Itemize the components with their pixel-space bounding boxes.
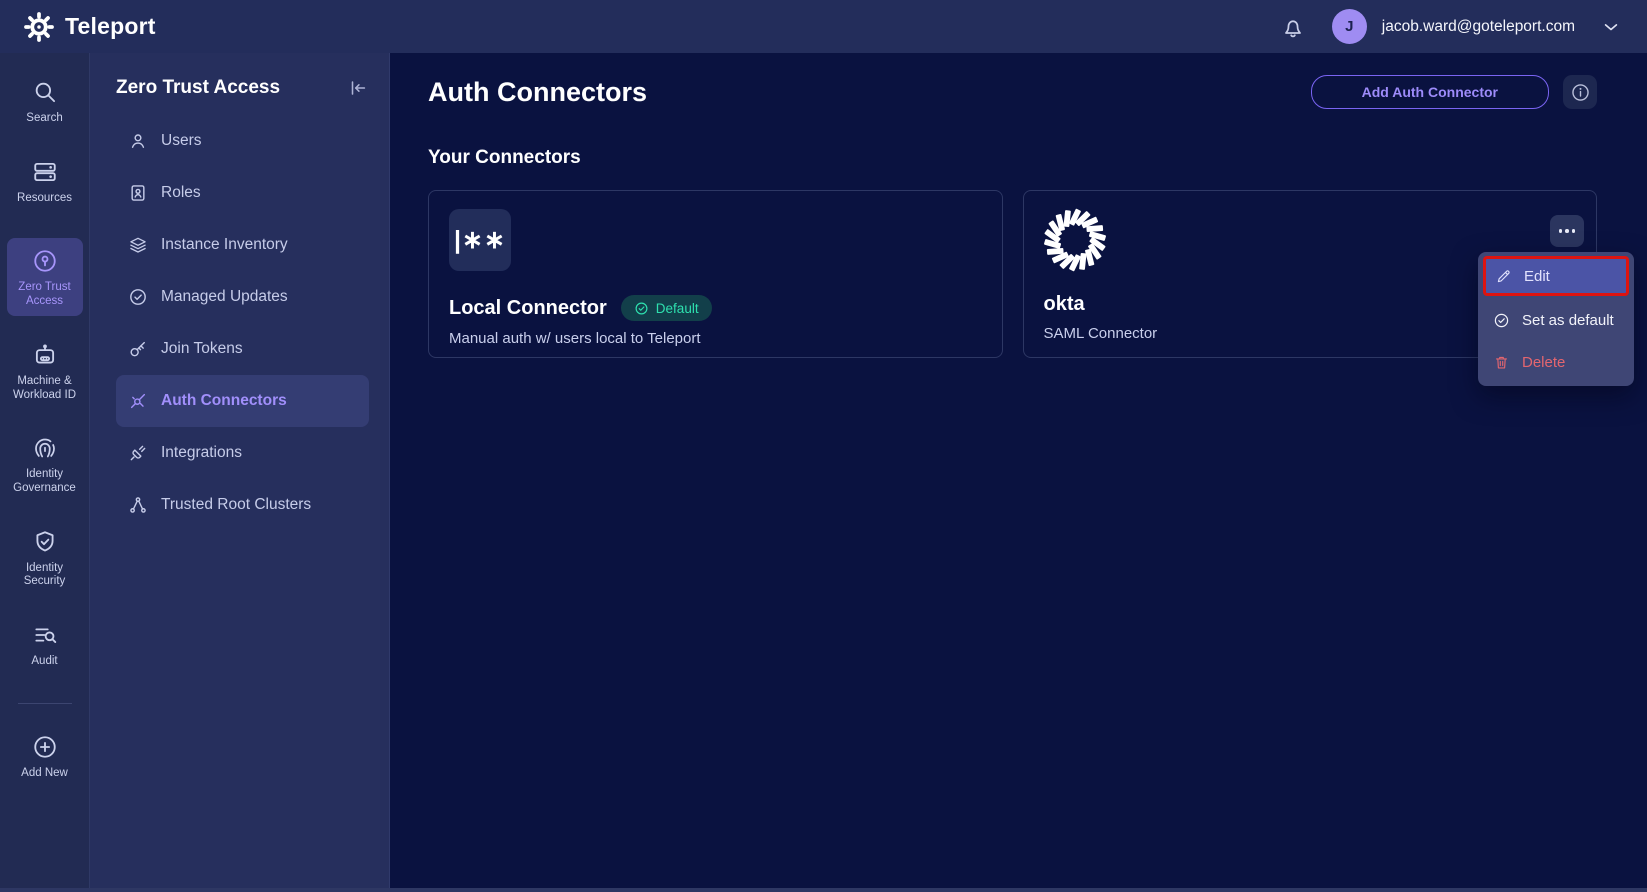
sidenav-item-integrations[interactable]: Integrations: [116, 427, 369, 479]
sidenav-item-roles[interactable]: Roles: [116, 167, 369, 219]
audit-icon: [34, 628, 56, 643]
menu-item-edit[interactable]: Edit: [1483, 256, 1629, 296]
pencil-icon: [1497, 269, 1510, 282]
rail-item-zero-trust-access[interactable]: Zero Trust Access: [6, 238, 83, 317]
teleport-logo: Teleport: [24, 11, 156, 42]
brand-name: Teleport: [65, 13, 156, 39]
rail-item-identity-security[interactable]: Identity Security: [5, 529, 85, 589]
sidenav-title: Zero Trust Access: [116, 77, 281, 98]
connector-cards: |∗∗ Local Connector Default Manual auth …: [428, 190, 1597, 358]
layers-icon: [130, 237, 146, 253]
passkey-icon: |∗∗: [449, 209, 511, 271]
sidenav-item-users[interactable]: Users: [116, 115, 369, 167]
rail-item-audit[interactable]: Audit: [5, 622, 85, 669]
menu-item-set-as-default[interactable]: Set as default: [1482, 302, 1630, 338]
connector-name: Local Connector: [449, 296, 607, 319]
connector-burst-icon: [130, 393, 146, 409]
user-email: jacob.ward@goteleport.com: [1381, 17, 1575, 35]
sidenav-item-instance-inventory[interactable]: Instance Inventory: [116, 219, 369, 271]
collapse-sidenav-icon[interactable]: [347, 77, 369, 99]
page-title: Auth Connectors: [428, 76, 647, 107]
fingerprint-icon: [34, 439, 55, 458]
shield-check-icon: [35, 530, 54, 551]
rail-item-add-new[interactable]: Add New: [5, 734, 85, 781]
topbar: Teleport J jacob.ward@goteleport.com: [0, 0, 1647, 53]
connector-context-menu: Edit Set as default Delete: [1478, 252, 1634, 386]
sidenav-item-trusted-root-clusters[interactable]: Trusted Root Clusters: [116, 479, 369, 531]
trash-icon: [1495, 356, 1508, 368]
connector-name: okta: [1043, 293, 1085, 315]
account-menu[interactable]: J jacob.ward@goteleport.com: [1331, 9, 1575, 44]
clock-check-icon: [130, 289, 146, 305]
connector-description: Manual auth w/ users local to Teleport: [449, 330, 701, 347]
machine-id-icon: [35, 344, 54, 364]
okta-icon: [1043, 208, 1106, 272]
rail-item-search[interactable]: Search: [5, 79, 85, 126]
rail-item-identity-governance[interactable]: Identity Governance: [5, 435, 85, 495]
section-title: Your Connectors: [428, 147, 581, 168]
user-icon: [131, 134, 145, 148]
primary-nav-rail: Search Resources Zero Trust Access Machi…: [0, 53, 90, 892]
rail-item-resources[interactable]: Resources: [5, 159, 85, 206]
resources-icon: [33, 162, 56, 181]
dots-icon: [1558, 229, 1563, 233]
bottom-edge-strip: [0, 888, 1647, 892]
key-icon: [130, 341, 145, 357]
rail-item-machine-workload-id[interactable]: Machine & Workload ID: [5, 342, 85, 402]
cluster-icon: [130, 497, 146, 513]
main-content: Auth Connectors Add Auth Connector Your …: [390, 53, 1647, 892]
connector-card-local[interactable]: |∗∗ Local Connector Default Manual auth …: [428, 190, 1003, 358]
avatar[interactable]: J: [1331, 9, 1367, 44]
default-badge: Default: [620, 295, 712, 321]
check-circle-icon: [635, 302, 648, 314]
rail-divider: [17, 703, 72, 705]
gear-logo-icon: [24, 11, 54, 42]
sidenav-item-join-tokens[interactable]: Join Tokens: [116, 323, 369, 375]
card-options-button[interactable]: [1550, 215, 1584, 247]
chevron-down-icon[interactable]: [1601, 17, 1621, 37]
menu-item-delete[interactable]: Delete: [1482, 344, 1630, 380]
zero-trust-sidenav: Zero Trust Access Users Roles Instance I…: [90, 53, 390, 892]
id-card-icon: [131, 185, 145, 201]
add-auth-connector-button[interactable]: Add Auth Connector: [1310, 75, 1549, 109]
check-circle-icon: [1494, 313, 1509, 327]
sidenav-item-managed-updates[interactable]: Managed Updates: [116, 271, 369, 323]
info-button[interactable]: [1563, 75, 1597, 109]
plus-circle-icon: [33, 736, 56, 758]
search-icon: [35, 82, 55, 103]
plug-icon: [130, 445, 146, 461]
notifications-bell-icon[interactable]: [1280, 14, 1306, 40]
zero-trust-icon: [33, 250, 56, 272]
sidenav-item-auth-connectors[interactable]: Auth Connectors: [116, 375, 369, 427]
info-icon: [1571, 83, 1589, 101]
